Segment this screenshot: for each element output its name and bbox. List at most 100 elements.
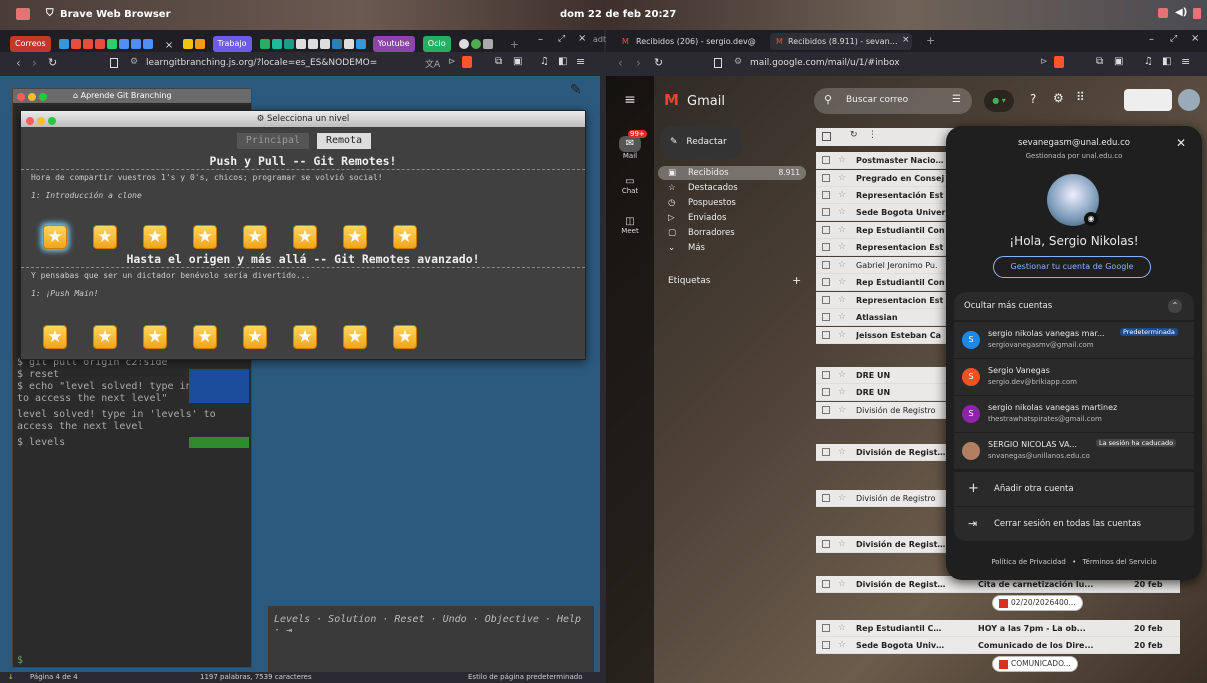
level-star-icon[interactable]: ★ (243, 325, 267, 349)
github-favicon[interactable] (295, 38, 306, 49)
filter-icon[interactable]: ☰ (952, 94, 961, 105)
privacy-link[interactable]: Política de Privacidad (991, 558, 1066, 566)
back-icon[interactable]: ‹ (618, 56, 623, 70)
attachment-chip[interactable]: COMUNICADO... (992, 656, 1078, 672)
row-checkbox[interactable] (822, 156, 830, 164)
tab-favicon[interactable] (355, 38, 366, 49)
brave-rewards-icon[interactable]: ⊳ (1040, 57, 1048, 67)
row-checkbox[interactable] (822, 191, 830, 199)
nav-item[interactable]: ▣ Recibidos 8.911 (658, 166, 806, 180)
bookmark-icon[interactable] (110, 58, 118, 68)
gmail-logo[interactable]: M Gmail (664, 90, 725, 109)
level-star-icon[interactable]: ★ (193, 325, 217, 349)
music-icon[interactable]: ♫ (540, 56, 549, 67)
level-star-icon[interactable]: ★ (343, 225, 367, 249)
star-icon[interactable]: ☆ (838, 490, 846, 507)
row-checkbox[interactable] (822, 494, 830, 502)
tab-gmail-sevanegas[interactable]: Recibidos (8.911) - sevaneg (770, 33, 912, 50)
tab-favicon[interactable] (58, 38, 69, 49)
refresh-icon[interactable]: ↻ (850, 130, 858, 140)
level-star-icon[interactable]: ★ (293, 225, 317, 249)
new-tab-button[interactable]: + (510, 38, 519, 51)
star-icon[interactable]: ☆ (838, 384, 846, 401)
search-box[interactable]: ⚲ Buscar correo ☰ (814, 88, 972, 114)
prompt-line[interactable]: $ (13, 655, 23, 667)
tab-favicon[interactable] (283, 38, 294, 49)
star-icon[interactable]: ☆ (838, 274, 846, 291)
tab-favicon[interactable] (458, 38, 469, 49)
forward-icon[interactable]: › (636, 56, 641, 70)
gmail-favicon[interactable] (70, 38, 81, 49)
battery-icon[interactable] (1193, 8, 1201, 19)
extensions-icon[interactable]: ⧉ (1096, 56, 1103, 67)
row-checkbox[interactable] (822, 261, 830, 269)
minimize-button[interactable]: – (1149, 34, 1154, 45)
row-checkbox[interactable] (822, 540, 830, 548)
tab-group-trabajo[interactable]: Trabajo (212, 35, 252, 52)
star-icon[interactable]: ☆ (838, 367, 846, 384)
account-row[interactable]: Ssergio nikolas vanegas martinez thestraw… (954, 396, 1194, 432)
star-icon[interactable]: ☆ (838, 536, 846, 553)
row-checkbox[interactable] (822, 641, 830, 649)
reload-icon[interactable]: ↻ (654, 56, 663, 69)
camera-icon[interactable]: ◉ (1084, 212, 1098, 226)
brave-shield-icon[interactable] (462, 56, 472, 68)
add-account-row[interactable]: + Añadir otra cuenta (954, 472, 1194, 506)
back-icon[interactable]: ‹ (16, 56, 21, 70)
account-row[interactable]: SERGIO NICOLAS VA... snvanegas@unillanos.… (954, 433, 1194, 469)
level-star-icon[interactable]: ★ (193, 225, 217, 249)
row-checkbox[interactable] (822, 243, 830, 251)
url-field[interactable]: learngitbranching.js.org/?locale=es_ES&N… (146, 58, 406, 68)
extensions-icon[interactable]: ⧉ (495, 56, 502, 67)
nav-item[interactable]: ☆ Destacados (658, 181, 806, 195)
minimize-dot[interactable] (37, 117, 45, 125)
tab-favicon[interactable] (319, 38, 330, 49)
tab-favicon[interactable] (271, 38, 282, 49)
tab-favicon[interactable] (470, 38, 481, 49)
account-row[interactable]: S Sergio Vanegas sergio.dev@brikiapp.com (954, 359, 1194, 395)
level-star-icon[interactable]: ★ (393, 225, 417, 249)
rail-meet[interactable]: ◫ Meet (606, 216, 654, 235)
tab-gmail-sergio-dev[interactable]: Recibidos (206) - sergio.dev@ (618, 33, 764, 50)
menu-icon[interactable] (16, 8, 30, 20)
forward-icon[interactable]: › (32, 56, 37, 70)
translate-icon[interactable]: 文A (425, 57, 440, 70)
tab-group-correos[interactable]: Correos (10, 35, 51, 52)
new-tab-button[interactable]: + (926, 34, 935, 47)
site-settings-icon[interactable]: ⚙ (130, 57, 138, 67)
tab-principal[interactable]: Principal (237, 133, 309, 149)
tab-favicon[interactable] (183, 38, 194, 49)
brave-shield-icon[interactable] (1054, 56, 1064, 68)
gmail-favicon[interactable] (94, 38, 105, 49)
row-checkbox[interactable] (822, 226, 830, 234)
status-dropdown[interactable]: ● ▾ (984, 90, 1014, 112)
attachment-chip[interactable]: 02/20/2026400... (992, 595, 1083, 611)
collapse-icon[interactable]: ✎ (570, 82, 582, 98)
volume-icon[interactable]: ◀) (1175, 7, 1187, 18)
minimize-button[interactable]: – (538, 34, 543, 45)
site-settings-icon[interactable]: ⚙ (734, 57, 742, 67)
level-star-icon[interactable]: ★ (393, 325, 417, 349)
star-icon[interactable]: ☆ (838, 309, 846, 326)
sidebar-icon[interactable]: ▣ (513, 56, 522, 67)
nav-item[interactable]: ▢ Borradores (658, 226, 806, 240)
brave-rewards-icon[interactable]: ⊳ (448, 57, 456, 67)
row-checkbox[interactable] (822, 278, 830, 286)
maximize-dot[interactable] (48, 117, 56, 125)
tab-favicon[interactable] (331, 38, 342, 49)
music-icon[interactable]: ♫ (1144, 56, 1153, 67)
row-checkbox[interactable] (822, 624, 830, 632)
level-star-icon[interactable]: ★ (143, 225, 167, 249)
maximize-button[interactable]: ⤢ (1170, 34, 1177, 44)
star-icon[interactable]: ☆ (838, 257, 846, 274)
tab-group-youtube[interactable]: Youtube (372, 35, 415, 52)
menu-icon[interactable]: ≡ (576, 55, 585, 68)
apps-grid-icon[interactable]: ⠿ (1076, 90, 1085, 104)
table-row[interactable]: ☆ Sede Bogota Univers. Comunicado de los D… (816, 637, 1180, 654)
exit-icon[interactable]: ⇥ (286, 625, 292, 636)
row-checkbox[interactable] (822, 448, 830, 456)
doc-favicon[interactable] (118, 38, 129, 49)
tab-remota[interactable]: Remota (317, 133, 371, 149)
level-star-icon[interactable]: ★ (93, 325, 117, 349)
drive-favicon[interactable] (106, 38, 117, 49)
